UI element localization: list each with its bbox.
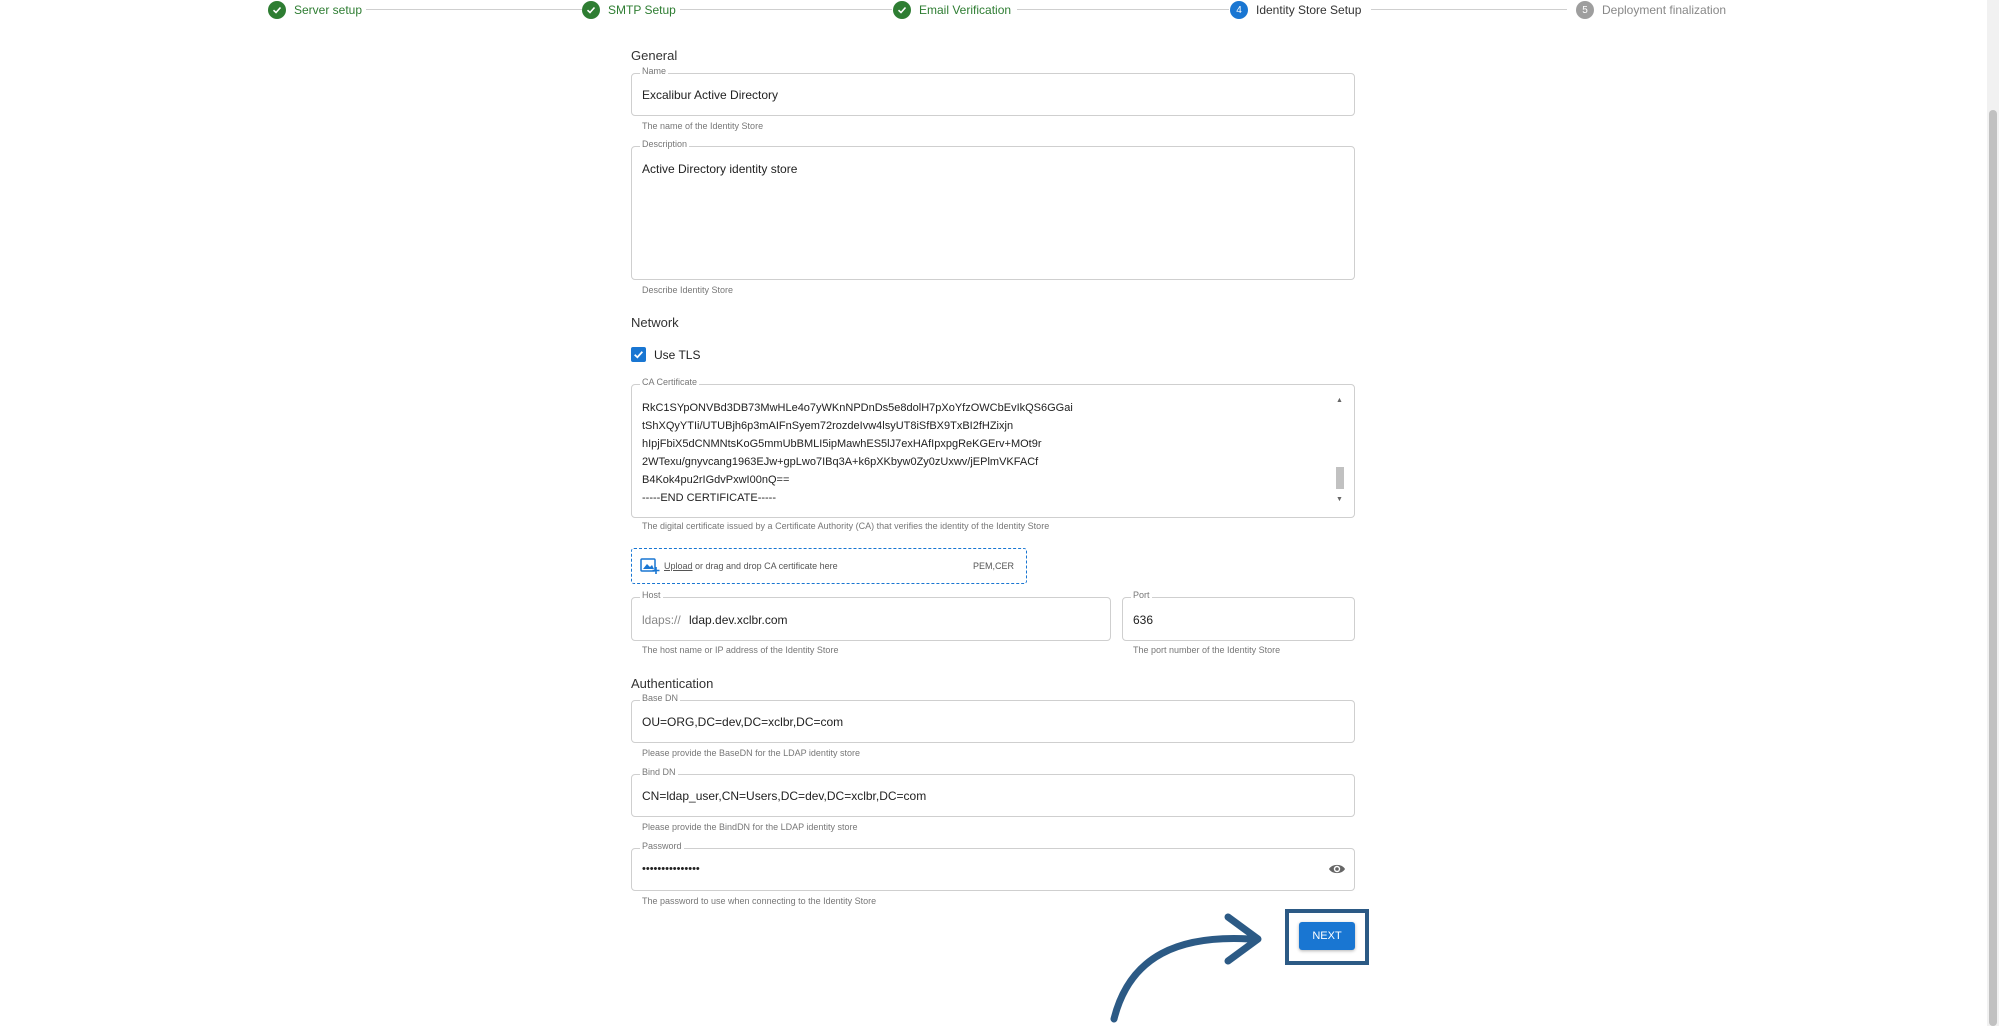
section-title-network: Network — [631, 315, 679, 330]
upload-link[interactable]: Upload — [664, 561, 693, 571]
eye-icon[interactable] — [1328, 862, 1346, 876]
base-dn-field[interactable]: Base DN OU=ORG,DC=dev,DC=xclbr,DC=com — [631, 693, 1355, 743]
helper-text: Please provide the BaseDN for the LDAP i… — [642, 748, 860, 758]
upload-text: or drag and drop CA certificate here — [692, 561, 838, 571]
step-server-setup[interactable]: Server setup — [268, 0, 362, 20]
step-number-badge: 4 — [1230, 1, 1248, 19]
description-field[interactable]: Description Active Directory identity st… — [631, 139, 1355, 280]
helper-text: The name of the Identity Store — [642, 121, 764, 131]
accepted-formats: PEM,CER — [972, 561, 1014, 571]
step-connector — [1017, 9, 1229, 10]
scroll-down-icon[interactable]: ▼ — [1336, 496, 1343, 503]
field-label: Password — [640, 841, 684, 851]
check-icon — [268, 1, 286, 19]
cert-line: hIpjFbiX5dCNMNtsKoG5mmUbBMLI5ipMawhES5lJ… — [642, 438, 1042, 450]
step-email-verification[interactable]: Email Verification — [893, 0, 1011, 20]
step-label: Email Verification — [919, 3, 1012, 17]
upload-instructions: Upload or drag and drop CA certificate h… — [664, 561, 838, 571]
certificate-upload-dropzone[interactable]: Upload or drag and drop CA certificate h… — [631, 548, 1027, 584]
field-label: Host — [640, 590, 663, 600]
next-button[interactable]: NEXT — [1299, 922, 1355, 950]
helper-text: The digital certificate issued by a Cert… — [642, 521, 1050, 531]
cert-line: 2WTexu/gnyvcang1963EJw+gpLwo7IBq3A+k6pXK… — [642, 456, 1039, 468]
helper-text: The password to use when connecting to t… — [642, 896, 877, 906]
step-connector — [1371, 9, 1567, 10]
section-title-authentication: Authentication — [631, 676, 714, 691]
cert-line: B4Kok4pu2rIGdvPxwI00nQ== — [642, 474, 790, 486]
use-tls-checkbox[interactable] — [631, 347, 646, 362]
port-field[interactable]: Port 636 — [1122, 590, 1355, 641]
field-label: Bind DN — [640, 767, 678, 777]
cert-line: tShXQyYTIi/UTUBjh6p3mAIFnSyem72rozdeIvw4… — [642, 420, 1014, 432]
helper-text: Describe Identity Store — [642, 285, 734, 295]
ca-certificate-textarea[interactable]: RkC1SYpONVBd3DB73MwHLe4o7yWKnNPDnDs5e8do… — [642, 399, 1073, 507]
step-label: Server setup — [294, 3, 363, 17]
password-field[interactable]: Password ••••••••••••••• — [631, 841, 1355, 891]
step-label: Deployment finalization — [1602, 3, 1727, 17]
page-scrollbar-thumb[interactable] — [1989, 110, 1997, 1026]
host-prefix: ldaps:// — [642, 613, 681, 627]
port-input[interactable]: 636 — [1133, 613, 1153, 627]
host-input[interactable]: ldap.dev.xclbr.com — [689, 613, 788, 627]
cert-line: -----END CERTIFICATE----- — [642, 492, 777, 504]
field-label: Description — [640, 139, 690, 149]
image-upload-icon — [640, 558, 660, 574]
name-input[interactable]: Excalibur Active Directory — [642, 88, 778, 102]
stepper: Server setup SMTP Setup Email Verificati… — [268, 0, 1738, 20]
section-title-general: General — [631, 48, 678, 63]
field-label: CA Certificate — [640, 377, 700, 387]
step-connector — [680, 9, 892, 10]
step-label: Identity Store Setup — [1256, 3, 1362, 17]
step-connector — [366, 9, 582, 10]
use-tls-label[interactable]: Use TLS — [654, 348, 700, 362]
step-smtp-setup[interactable]: SMTP Setup — [582, 0, 676, 20]
host-field[interactable]: Host ldaps:// ldap.dev.xclbr.com — [631, 590, 1111, 641]
check-icon — [582, 1, 600, 19]
cert-line: RkC1SYpONVBd3DB73MwHLe4o7yWKnNPDnDs5e8do… — [642, 402, 1073, 414]
description-textarea[interactable]: Active Directory identity store — [642, 162, 797, 176]
check-icon — [634, 351, 644, 359]
bind-dn-field[interactable]: Bind DN CN=ldap_user,CN=Users,DC=dev,DC=… — [631, 767, 1355, 817]
scroll-up-icon[interactable]: ▲ — [1336, 397, 1343, 404]
page-scrollbar[interactable] — [1987, 0, 1999, 1026]
name-field[interactable]: Name Excalibur Active Directory — [631, 66, 1355, 116]
field-label: Name — [640, 66, 669, 76]
field-label: Base DN — [640, 693, 681, 703]
helper-text: The host name or IP address of the Ident… — [642, 645, 839, 655]
helper-text: Please provide the BindDN for the LDAP i… — [642, 822, 858, 832]
annotation-arrow-icon — [1110, 913, 1262, 1023]
textarea-scrollbar[interactable]: ▲ ▼ — [1334, 397, 1344, 503]
helper-text: The port number of the Identity Store — [1133, 645, 1281, 655]
step-label: SMTP Setup — [608, 3, 676, 17]
field-label: Port — [1131, 590, 1152, 600]
step-identity-store-setup[interactable]: 4 Identity Store Setup — [1230, 0, 1361, 20]
password-input[interactable]: ••••••••••••••• — [642, 863, 700, 875]
bind-dn-input[interactable]: CN=ldap_user,CN=Users,DC=dev,DC=xclbr,DC… — [642, 789, 926, 803]
step-number-badge: 5 — [1576, 1, 1594, 19]
step-deployment-finalization[interactable]: 5 Deployment finalization — [1576, 0, 1726, 20]
base-dn-input[interactable]: OU=ORG,DC=dev,DC=xclbr,DC=com — [642, 715, 843, 729]
ca-certificate-field[interactable]: CA Certificate RkC1SYpONVBd3DB73MwHLe4o7… — [631, 377, 1355, 518]
check-icon — [893, 1, 911, 19]
scrollbar-thumb[interactable] — [1336, 467, 1344, 489]
